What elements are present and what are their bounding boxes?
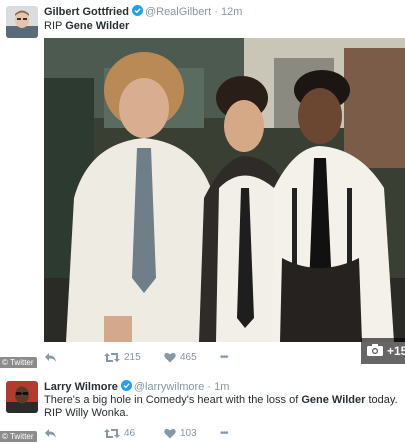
retweet-count: 46 <box>124 427 136 439</box>
tweet-larry-wilmore: Larry Wilmore @larrywilmore · 1m There's … <box>0 369 405 444</box>
tweet-actions: 46 103 ••• <box>44 426 361 440</box>
reply-icon <box>44 352 57 363</box>
timestamp[interactable]: 12m <box>221 6 242 18</box>
tweet-header: Larry Wilmore @larrywilmore · 1m <box>44 380 229 393</box>
separator: · <box>207 381 212 393</box>
like-button[interactable]: 465 <box>164 350 197 364</box>
watermark: © Twitter <box>0 431 37 442</box>
avatar-larry-wilmore[interactable] <box>6 381 38 413</box>
tweet-actions: 215 465 ••• <box>44 350 361 364</box>
author-handle[interactable]: @RealGilbert <box>145 6 211 18</box>
retweet-count: 215 <box>124 351 141 363</box>
more-icon: ••• <box>220 427 228 439</box>
retweet-button[interactable]: 215 <box>104 350 141 364</box>
verified-badge-icon <box>120 380 132 391</box>
tweet-header: Gilbert Gottfried @RealGilbert · 12m <box>44 5 242 18</box>
like-count: 465 <box>180 351 197 363</box>
separator: · <box>214 6 218 18</box>
watermark: © Twitter <box>0 357 37 368</box>
tweet-text-mention: Gene Wilder <box>301 394 366 406</box>
retweet-icon <box>104 428 120 439</box>
avatar-gilbert-gottfried[interactable] <box>6 6 38 38</box>
camera-icon <box>367 343 383 359</box>
tweet-text-mention: Gene Wilder <box>65 20 130 32</box>
reply-button[interactable] <box>44 426 57 440</box>
retweet-button[interactable]: 46 <box>104 426 135 440</box>
tweet-gilbert-gottfried: Gilbert Gottfried @RealGilbert · 12m RIP … <box>0 0 405 369</box>
author-name[interactable]: Larry Wilmore <box>44 381 118 393</box>
verified-badge-icon <box>131 5 143 16</box>
retweet-icon <box>104 352 120 363</box>
timestamp[interactable]: 1m <box>214 381 229 393</box>
like-count: 103 <box>180 427 197 439</box>
like-icon <box>164 428 176 439</box>
tweet-text: There's a big hole in Comedy's heart wit… <box>44 394 400 420</box>
photo-count: +15 <box>387 344 405 358</box>
author-name[interactable]: Gilbert Gottfried <box>44 6 129 18</box>
reply-icon <box>44 428 57 439</box>
tweet-text: RIP Gene Wilder <box>44 20 129 33</box>
more-button[interactable]: ••• <box>220 426 228 440</box>
more-icon: ••• <box>220 351 228 363</box>
like-icon <box>164 352 176 363</box>
tweet-text-part1: There's a big hole in Comedy's heart wit… <box>44 394 302 406</box>
reply-button[interactable] <box>44 350 57 364</box>
author-handle[interactable]: @larrywilmore <box>134 381 204 393</box>
like-button[interactable]: 103 <box>164 426 197 440</box>
photo-count-badge[interactable]: +15 <box>361 338 405 364</box>
tweet-photo[interactable] <box>44 38 405 342</box>
tweet-text-prefix: RIP <box>44 20 66 32</box>
more-button[interactable]: ••• <box>220 350 228 364</box>
